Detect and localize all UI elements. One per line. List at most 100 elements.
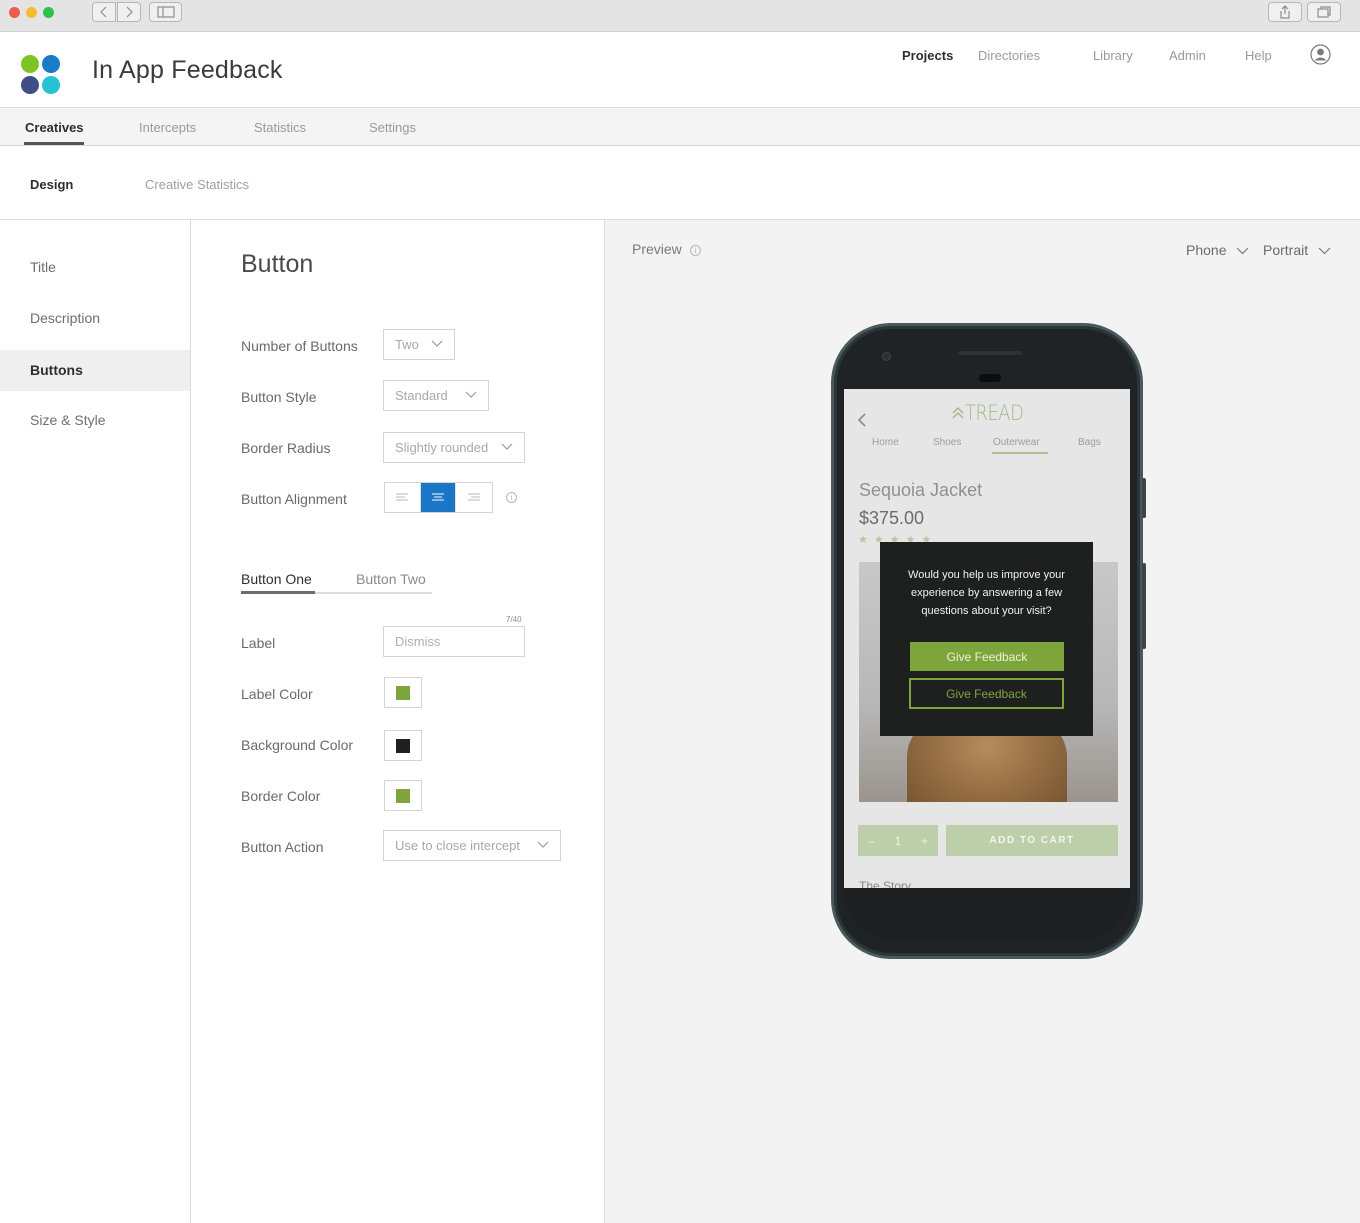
button-alignment-label: Button Alignment (241, 491, 347, 507)
share-icon[interactable] (1268, 2, 1302, 22)
sidebar-item-title[interactable]: Title (0, 247, 190, 288)
tab-statistics[interactable]: Statistics (254, 120, 306, 135)
nav-directories[interactable]: Directories (978, 48, 1040, 63)
align-left-button[interactable] (385, 483, 421, 512)
add-to-cart-button[interactable]: ADD TO CART (946, 825, 1118, 856)
site-nav-indicator (992, 452, 1048, 454)
tabs-overview-icon[interactable] (1307, 2, 1341, 22)
border-radius-select[interactable]: Slightly rounded (383, 432, 525, 463)
nav-admin[interactable]: Admin (1169, 48, 1206, 63)
tab-intercepts[interactable]: Intercepts (139, 120, 196, 135)
tab-settings[interactable]: Settings (369, 120, 416, 135)
button-action-select[interactable]: Use to close intercept (383, 830, 561, 861)
align-left-icon (396, 493, 409, 501)
number-of-buttons-label: Number of Buttons (241, 338, 358, 354)
sidebar-item-buttons[interactable]: Buttons (0, 350, 190, 391)
preview-label: Preview (632, 241, 682, 257)
border-color-picker[interactable] (384, 780, 422, 811)
nav-projects[interactable]: Projects (902, 48, 953, 63)
qty-decrease-button[interactable]: – (868, 834, 875, 848)
preview-label-text: Preview (632, 241, 682, 257)
button-settings-panel: Button Number of Buttons Two Button Styl… (191, 220, 605, 1223)
label-field-label: Label (241, 635, 276, 651)
intercept-message: Would you help us improve your experienc… (908, 569, 1065, 617)
device-value: Phone (1186, 242, 1227, 258)
brand-name: TREAD (965, 401, 1024, 425)
tab-button-two[interactable]: Button Two (356, 571, 426, 587)
quantity-stepper[interactable]: – 1 + (858, 825, 938, 856)
preview-panel: Preview i Phone Portrait TREAD Home Shoe… (605, 220, 1360, 1223)
app-header: In App Feedback Projects Directories Lib… (0, 32, 1360, 108)
sub-tabs: Design Creative Statistics (0, 146, 1360, 220)
nav-library[interactable]: Library (1093, 48, 1133, 63)
label-color-picker[interactable] (384, 677, 422, 708)
phone-camera (882, 352, 891, 361)
button-style-label: Button Style (241, 389, 317, 405)
feedback-intercept-modal: Would you help us improve your experienc… (880, 542, 1093, 736)
user-account-icon[interactable] (1310, 44, 1331, 65)
number-of-buttons-value: Two (395, 337, 419, 352)
button-tab-indicator (241, 591, 315, 594)
subtab-creative-statistics[interactable]: Creative Statistics (145, 177, 249, 192)
phone-screen: TREAD Home Shoes Outerwear Bags Sequoia … (844, 389, 1130, 888)
sidebar-toggle-icon[interactable] (149, 2, 182, 22)
close-window-button[interactable] (9, 7, 20, 18)
label-character-counter: 7/40 (506, 615, 522, 624)
site-nav-outerwear[interactable]: Outerwear (993, 437, 1040, 448)
give-feedback-button-outline[interactable]: Give Feedback (909, 678, 1064, 709)
chevron-down-icon (431, 340, 443, 347)
subtab-design[interactable]: Design (30, 177, 73, 192)
back-arrow-icon[interactable] (857, 413, 867, 427)
device-select[interactable]: Phone (1186, 242, 1249, 258)
background-color-picker[interactable] (384, 730, 422, 761)
border-color-label: Border Color (241, 788, 321, 804)
chevron-down-icon (501, 443, 513, 450)
align-center-button[interactable] (420, 483, 457, 512)
tab-creatives[interactable]: Creatives (25, 120, 84, 135)
qty-value: 1 (894, 833, 902, 848)
give-feedback-button-primary[interactable]: Give Feedback (910, 642, 1064, 671)
app-logo[interactable] (21, 55, 61, 95)
button-alignment-group (384, 482, 493, 513)
align-right-button[interactable] (456, 483, 492, 512)
site-nav-bags[interactable]: Bags (1078, 437, 1101, 448)
tab-button-one[interactable]: Button One (241, 571, 312, 587)
border-radius-value: Slightly rounded (395, 440, 489, 455)
forward-icon[interactable] (117, 2, 141, 22)
chevron-down-icon (465, 391, 477, 398)
background-color-label: Background Color (241, 737, 354, 753)
info-icon[interactable]: i (690, 245, 701, 256)
phone-volume-button (1142, 563, 1146, 649)
qty-increase-button[interactable]: + (921, 834, 928, 848)
app-title: In App Feedback (92, 56, 283, 84)
button-style-value: Standard (395, 388, 448, 403)
chevron-down-icon (1236, 247, 1249, 255)
product-name: Sequoia Jacket (859, 480, 983, 500)
design-sidebar: Title Description Buttons Size & Style (0, 220, 191, 1223)
sidebar-item-size-style[interactable]: Size & Style (0, 400, 190, 441)
maximize-window-button[interactable] (43, 7, 54, 18)
story-heading: The Story (859, 879, 912, 888)
active-tab-indicator (24, 142, 84, 145)
site-nav-shoes[interactable]: Shoes (933, 437, 961, 448)
sidebar-item-description[interactable]: Description (0, 298, 190, 339)
align-right-icon (468, 493, 481, 501)
button-action-value: Use to close intercept (395, 838, 521, 853)
label-input[interactable]: Dismiss (383, 626, 525, 657)
main-tabs: Creatives Intercepts Statistics Settings (0, 108, 1360, 146)
label-color-label: Label Color (241, 686, 313, 702)
site-nav-home[interactable]: Home (872, 437, 899, 448)
back-icon[interactable] (92, 2, 116, 22)
orientation-select[interactable]: Portrait (1263, 242, 1331, 258)
info-icon[interactable]: i (506, 492, 517, 503)
panel-title: Button (241, 250, 314, 278)
minimize-window-button[interactable] (26, 7, 37, 18)
button-style-select[interactable]: Standard (383, 380, 489, 411)
number-of-buttons-select[interactable]: Two (383, 329, 455, 360)
phone-chin (844, 888, 1130, 940)
nav-help[interactable]: Help (1245, 48, 1272, 63)
border-radius-label: Border Radius (241, 440, 331, 456)
button-action-label: Button Action (241, 839, 324, 855)
align-center-icon (432, 493, 444, 501)
chevron-down-icon (537, 841, 549, 848)
